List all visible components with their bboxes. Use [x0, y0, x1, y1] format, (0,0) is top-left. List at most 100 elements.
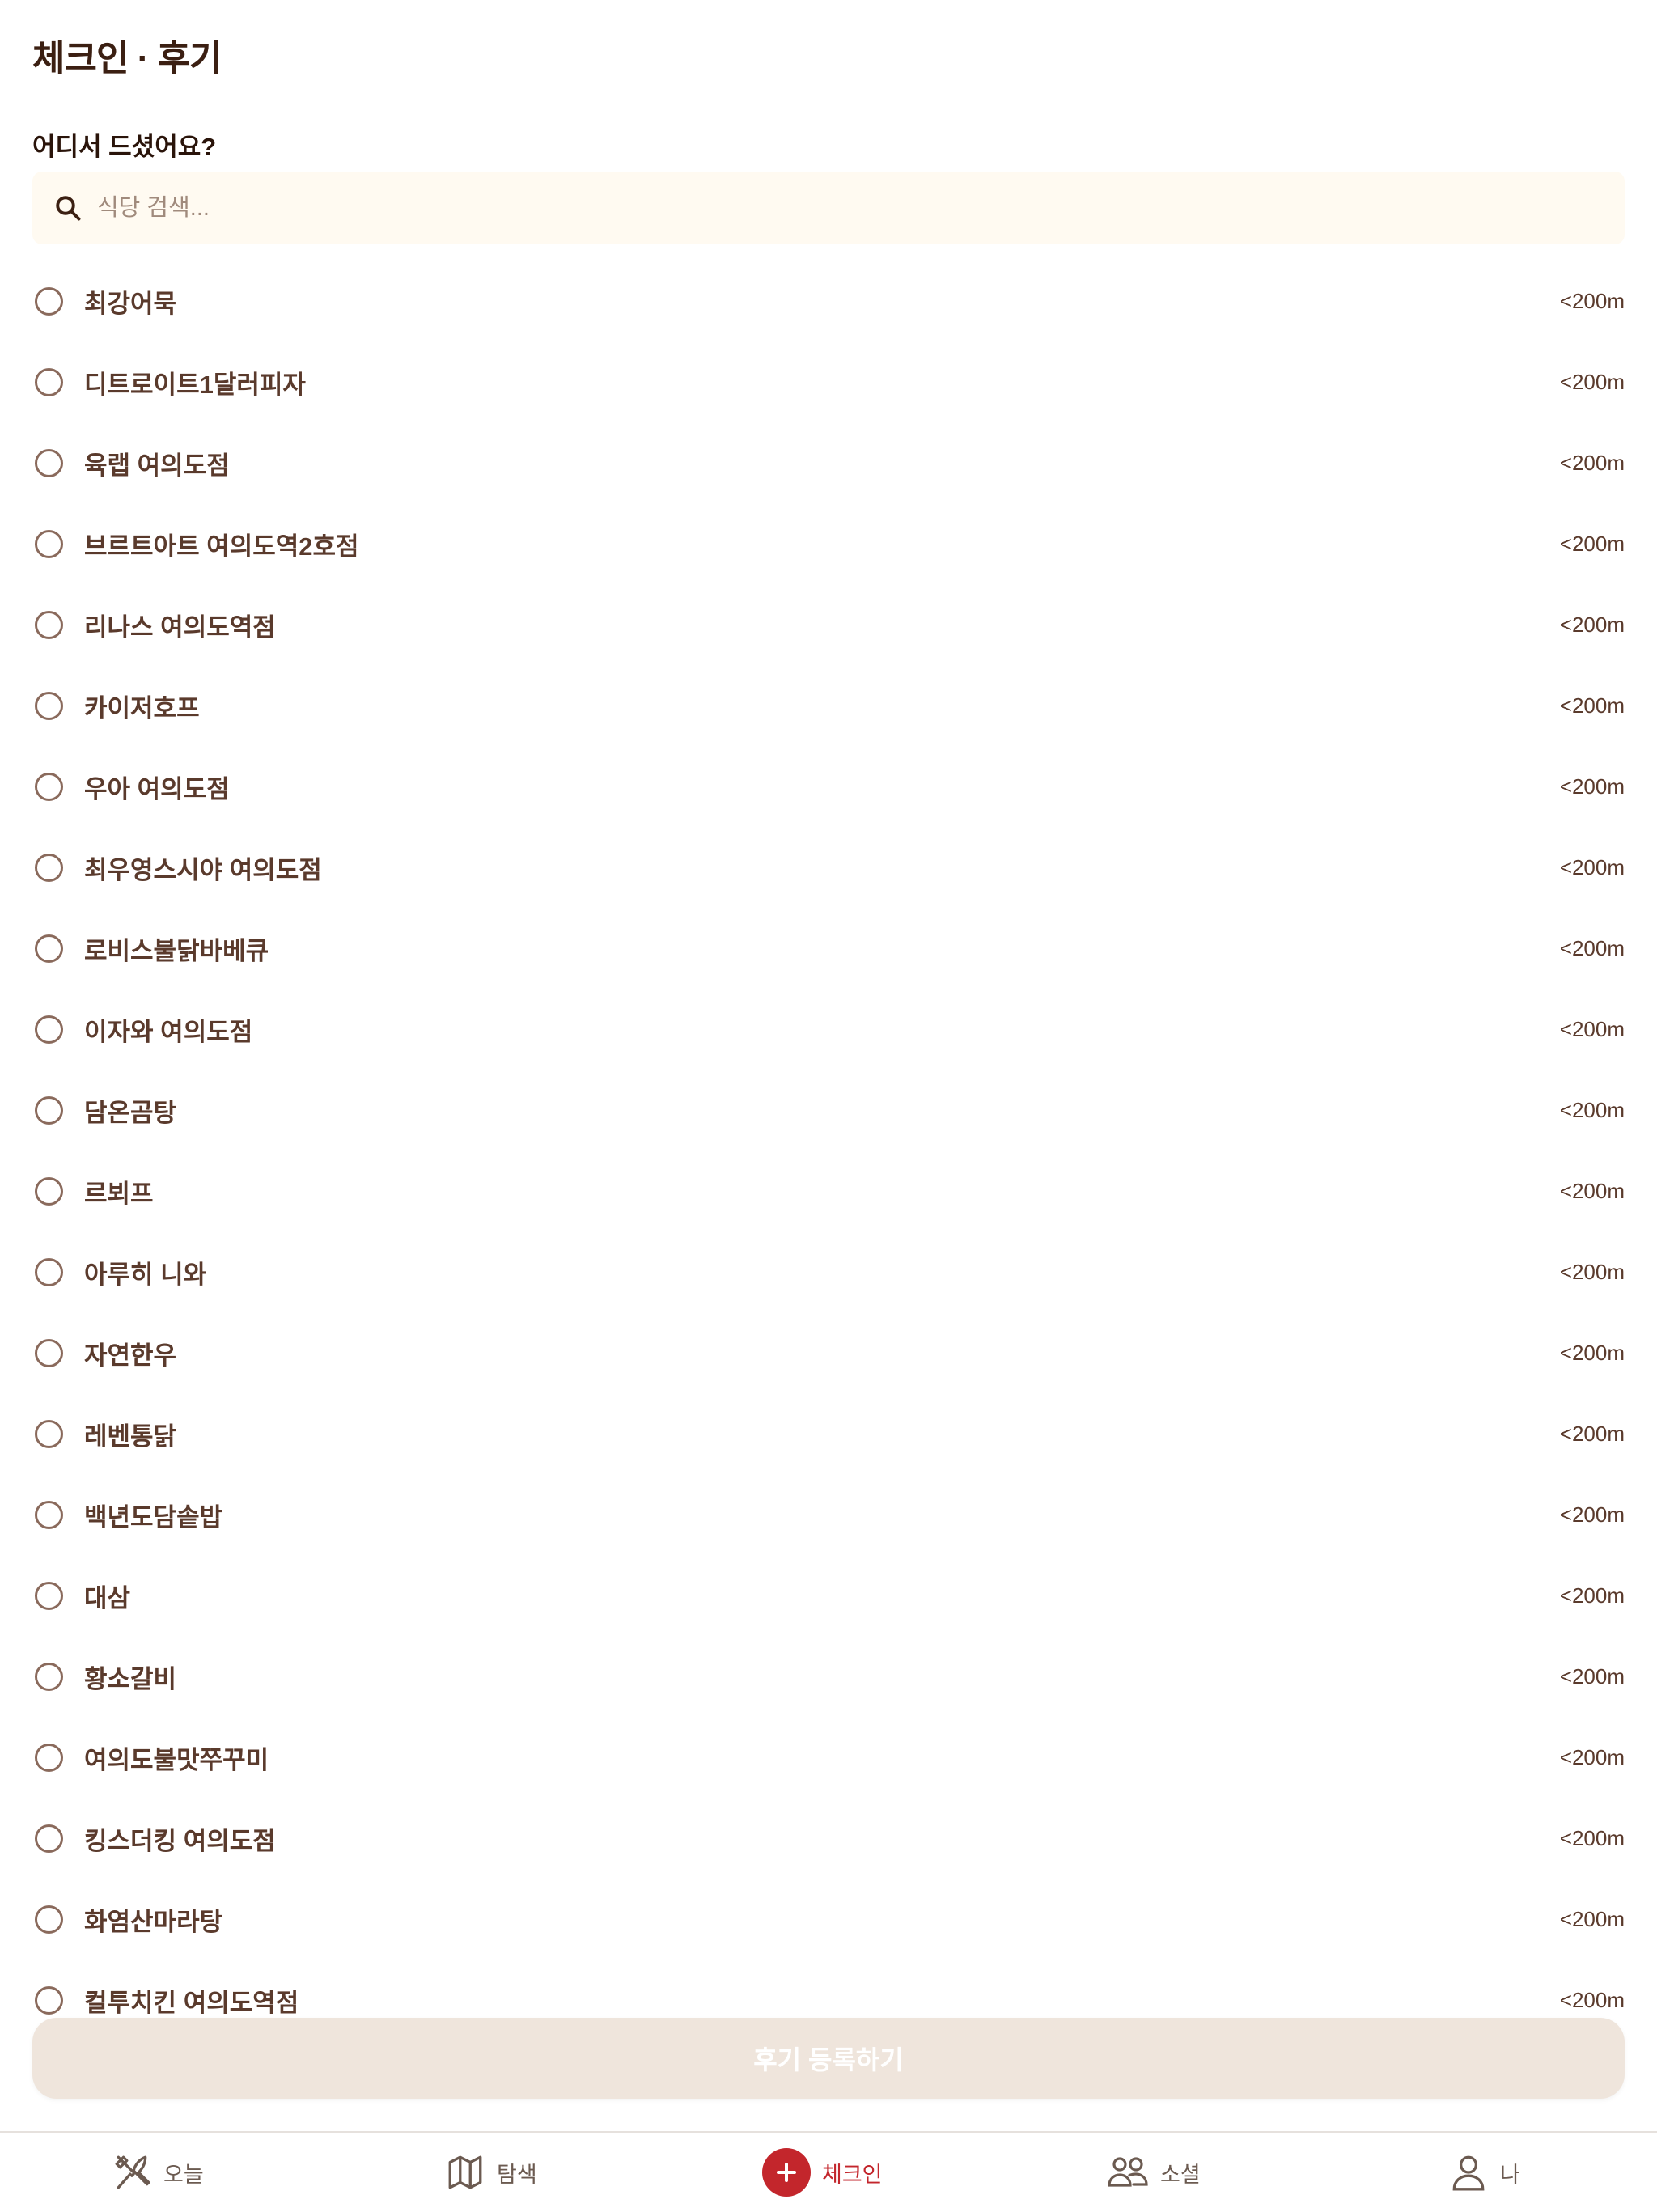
- restaurant-list[interactable]: 최강어묵 <200m 디트로이트1달러피자 <200m 육랩 여의도점 <200…: [32, 261, 1625, 2016]
- radio-button[interactable]: [35, 1905, 63, 1934]
- restaurant-distance: <200m: [1559, 693, 1625, 718]
- list-item[interactable]: 담온곰탕 <200m: [32, 1070, 1625, 1150]
- restaurant-distance: <200m: [1559, 854, 1625, 879]
- restaurant-distance: <200m: [1559, 531, 1625, 556]
- tab-explore[interactable]: 탐색: [445, 2133, 537, 2212]
- radio-button[interactable]: [35, 934, 63, 963]
- restaurant-name: 여의도불맛쭈꾸미: [84, 1745, 269, 1774]
- restaurant-name: 르뵈프: [84, 1179, 154, 1208]
- list-item[interactable]: 로비스불닭바베큐 <200m: [32, 908, 1625, 989]
- restaurant-distance: <200m: [1559, 612, 1625, 637]
- restaurant-distance: <200m: [1559, 1178, 1625, 1203]
- radio-button[interactable]: [35, 1338, 63, 1367]
- list-item[interactable]: 르뵈프 <200m: [32, 1150, 1625, 1231]
- tab-label: 오늘: [163, 2162, 204, 2187]
- restaurant-name: 최우영스시야 여의도점: [84, 855, 322, 884]
- restaurant-name: 대삼: [84, 1583, 131, 1612]
- radio-button[interactable]: [35, 772, 63, 801]
- radio-button[interactable]: [35, 610, 63, 639]
- restaurant-name: 레벤통닭: [84, 1422, 177, 1451]
- list-item[interactable]: 화염산마라탕 <200m: [32, 1879, 1625, 1960]
- radio-button[interactable]: [35, 1015, 63, 1044]
- radio-button[interactable]: [35, 1500, 63, 1529]
- radio-button[interactable]: [35, 448, 63, 477]
- tab-label: 나: [1500, 2162, 1520, 2187]
- list-item[interactable]: 여의도불맛쭈꾸미 <200m: [32, 1717, 1625, 1798]
- tab-me[interactable]: 나: [1448, 2133, 1520, 2212]
- restaurant-distance: <200m: [1559, 1825, 1625, 1850]
- restaurant-name: 이자와 여의도점: [84, 1017, 253, 1046]
- search-bar[interactable]: [32, 172, 1625, 244]
- list-item[interactable]: 대삼 <200m: [32, 1555, 1625, 1636]
- search-icon: [56, 196, 81, 221]
- restaurant-distance: <200m: [1559, 1502, 1625, 1527]
- restaurant-name: 최강어묵: [84, 289, 177, 318]
- utensils-icon: [115, 2155, 150, 2189]
- restaurant-name: 우아 여의도점: [84, 774, 230, 803]
- radio-button[interactable]: [35, 1662, 63, 1691]
- radio-button[interactable]: [35, 1743, 63, 1772]
- user-icon: [1452, 2155, 1485, 2191]
- list-item[interactable]: 우아 여의도점 <200m: [32, 746, 1625, 827]
- radio-button[interactable]: [35, 1581, 63, 1610]
- restaurant-distance: <200m: [1559, 1340, 1625, 1365]
- list-item[interactable]: 디트로이트1달러피자 <200m: [32, 341, 1625, 422]
- list-item[interactable]: 이자와 여의도점 <200m: [32, 989, 1625, 1070]
- restaurant-name: 리나스 여의도역점: [84, 612, 276, 642]
- restaurant-distance: <200m: [1559, 1906, 1625, 1931]
- restaurant-distance: <200m: [1559, 450, 1625, 475]
- list-item[interactable]: 육랩 여의도점 <200m: [32, 422, 1625, 503]
- people-icon: [1108, 2157, 1148, 2187]
- list-item[interactable]: 자연한우 <200m: [32, 1312, 1625, 1393]
- restaurant-distance: <200m: [1559, 288, 1625, 313]
- list-item[interactable]: 킹스더킹 여의도점 <200m: [32, 1798, 1625, 1879]
- restaurant-distance: <200m: [1559, 1987, 1625, 2012]
- tab-label: 탐색: [497, 2162, 537, 2187]
- radio-button[interactable]: [35, 367, 63, 396]
- tab-label: 체크인: [822, 2162, 883, 2187]
- restaurant-name: 디트로이트1달러피자: [84, 370, 306, 399]
- radio-button[interactable]: [35, 1824, 63, 1853]
- tab-today[interactable]: 오늘: [112, 2133, 204, 2212]
- list-item[interactable]: 황소갈비 <200m: [32, 1636, 1625, 1717]
- restaurant-name: 화염산마라탕: [84, 1907, 223, 1936]
- restaurant-distance: <200m: [1559, 773, 1625, 799]
- restaurant-distance: <200m: [1559, 369, 1625, 394]
- radio-button[interactable]: [35, 529, 63, 558]
- radio-button[interactable]: [35, 853, 63, 882]
- radio-button[interactable]: [35, 1176, 63, 1206]
- tab-checkin[interactable]: 체크인: [762, 2133, 883, 2212]
- plus-icon: [762, 2148, 811, 2197]
- restaurant-name: 로비스불닭바베큐: [84, 936, 269, 965]
- list-item[interactable]: 카이저호프 <200m: [32, 665, 1625, 746]
- list-item[interactable]: 레벤통닭 <200m: [32, 1393, 1625, 1474]
- map-icon: [448, 2155, 482, 2189]
- list-item[interactable]: 컬투치킨 여의도역점 <200m: [32, 1960, 1625, 2016]
- list-item[interactable]: 브르트아트 여의도역2호점 <200m: [32, 503, 1625, 584]
- radio-button[interactable]: [35, 691, 63, 720]
- restaurant-name: 황소갈비: [84, 1664, 177, 1693]
- radio-button[interactable]: [35, 286, 63, 316]
- list-item[interactable]: 최강어묵 <200m: [32, 261, 1625, 341]
- list-item[interactable]: 아루히 니와 <200m: [32, 1231, 1625, 1312]
- bottom-tab-bar: 오늘 탐색 체크인 소셜 나: [0, 2131, 1657, 2212]
- restaurant-distance: <200m: [1559, 1016, 1625, 1041]
- radio-button[interactable]: [35, 1985, 63, 2015]
- restaurant-name: 아루히 니와: [84, 1260, 207, 1289]
- tab-social[interactable]: 소셜: [1107, 2133, 1201, 2212]
- list-item[interactable]: 백년도담솥밥 <200m: [32, 1474, 1625, 1555]
- location-question: 어디서 드셨어요?: [32, 133, 217, 161]
- list-item[interactable]: 최우영스시야 여의도점 <200m: [32, 827, 1625, 908]
- restaurant-distance: <200m: [1559, 1097, 1625, 1122]
- list-item[interactable]: 리나스 여의도역점 <200m: [32, 584, 1625, 665]
- radio-button[interactable]: [35, 1095, 63, 1125]
- restaurant-name: 담온곰탕: [84, 1098, 177, 1127]
- radio-button[interactable]: [35, 1257, 63, 1286]
- restaurant-distance: <200m: [1559, 1663, 1625, 1689]
- search-input[interactable]: [95, 193, 1555, 222]
- restaurant-name: 카이저호프: [84, 693, 200, 723]
- submit-review-button[interactable]: 후기 등록하기: [32, 2018, 1625, 2099]
- page-title: 체크인 · 후기: [32, 39, 222, 78]
- radio-button[interactable]: [35, 1419, 63, 1448]
- restaurant-distance: <200m: [1559, 935, 1625, 960]
